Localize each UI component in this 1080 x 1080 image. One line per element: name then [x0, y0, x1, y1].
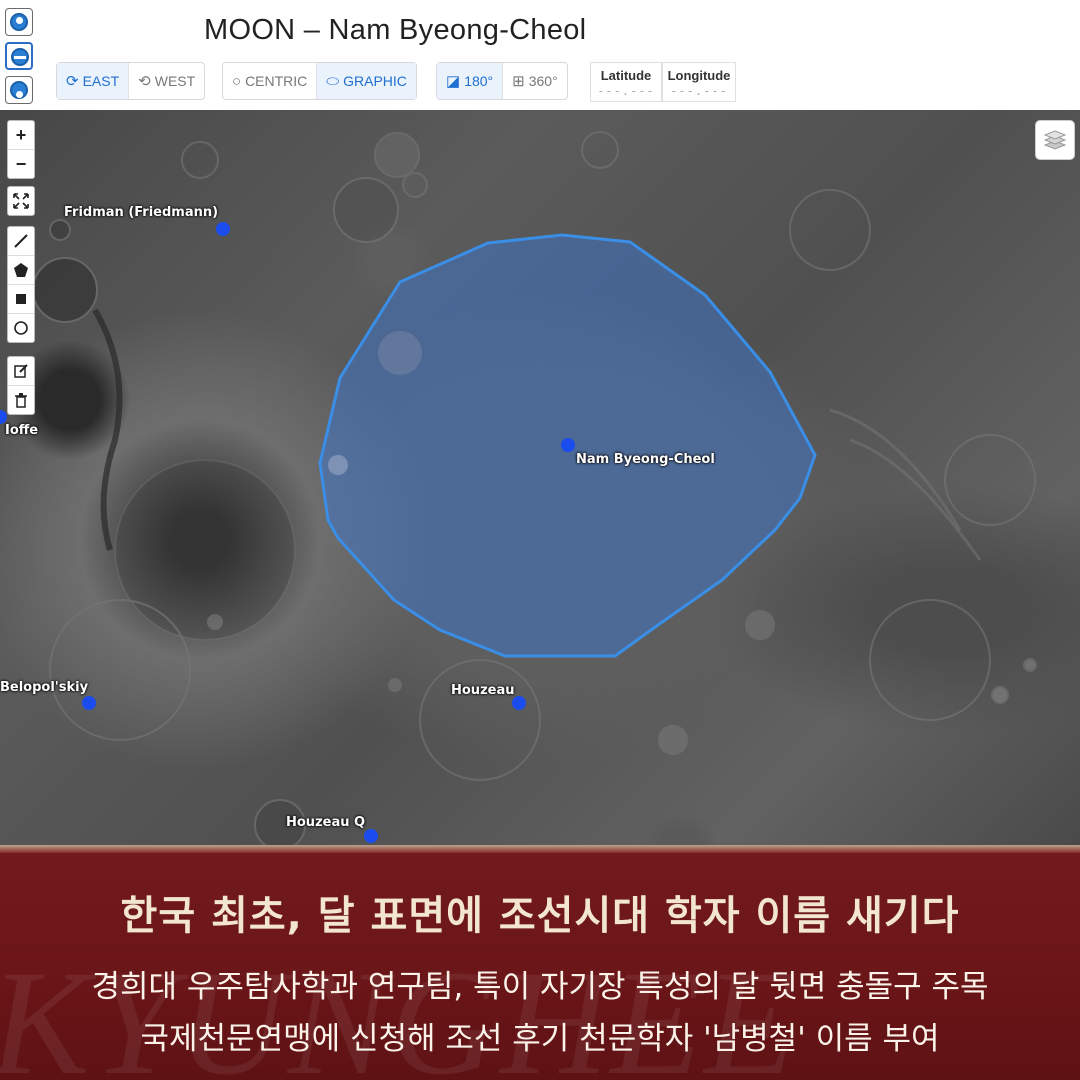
- latitude-type-toggle: ○ CENTRIC ⬭ GRAPHIC: [222, 62, 417, 100]
- edit-icon: [14, 364, 28, 378]
- delete-layers-button[interactable]: [8, 385, 34, 414]
- news-banner: KYUNGHEE 한국 최초, 달 표면에 조선시대 학자 이름 새기다 경희대…: [0, 845, 1080, 1080]
- moon-map[interactable]: + − Fridman (Friedmann) Ioffe Nam Byeong…: [0, 110, 1080, 845]
- graphic-label: GRAPHIC: [343, 73, 407, 89]
- west-button[interactable]: ⟲ WEST: [128, 63, 204, 99]
- range-360-button[interactable]: ⊞ 360°: [502, 63, 567, 99]
- circle-icon: ○: [232, 72, 242, 90]
- rotate-icon: ⟳: [66, 73, 79, 90]
- south-polar-projection-button[interactable]: [5, 76, 33, 104]
- ioffe-label: Ioffe: [5, 423, 39, 438]
- range-180-button[interactable]: ◪ 180°: [437, 63, 503, 99]
- toolbar: MOON – Nam Byeong-Cheol ⟳ EAST ⟲ WEST ○ …: [0, 0, 1080, 110]
- zoom-control: + −: [7, 120, 35, 179]
- draw-line-button[interactable]: [8, 227, 34, 255]
- draw-toolbar: [7, 226, 35, 343]
- banner-divider: [0, 845, 1080, 853]
- nam-byeong-cheol-label: Nam Byeong-Cheol: [576, 452, 715, 467]
- banner-subline-1: 경희대 우주탐사학과 연구팀, 특이 자기장 특성의 달 뒷면 충돌구 주목: [91, 969, 989, 1005]
- fullscreen-control: [7, 186, 35, 216]
- centric-button[interactable]: ○ CENTRIC: [223, 63, 316, 99]
- latitude-label: Latitude: [600, 68, 652, 83]
- layers-button[interactable]: [1035, 120, 1075, 160]
- east-label: EAST: [82, 73, 120, 89]
- zoom-out-button[interactable]: −: [8, 149, 34, 178]
- centric-label: CENTRIC: [245, 73, 308, 89]
- houzeau-marker[interactable]: [512, 696, 526, 710]
- trash-icon: [15, 393, 27, 408]
- globe-equatorial-icon: [11, 48, 29, 66]
- rectangle-icon: [16, 294, 26, 304]
- west-label: WEST: [154, 73, 196, 89]
- circle-icon: [14, 321, 28, 335]
- graphic-button[interactable]: ⬭ GRAPHIC: [316, 63, 416, 99]
- belopolskiy-label: Belopol'skiy: [0, 680, 89, 695]
- longitude-readout: Longitude ---.---: [662, 62, 736, 102]
- longitude-label: Longitude: [667, 68, 731, 83]
- latitude-readout: Latitude ---.---: [590, 62, 662, 102]
- fullscreen-button[interactable]: [8, 187, 34, 215]
- map-title: MOON – Nam Byeong-Cheol: [204, 14, 587, 46]
- banner-subline-2: 국제천문연맹에 신청해 조선 후기 천문학자 '남병철' 이름 부여: [140, 1021, 940, 1057]
- north-polar-projection-button[interactable]: [5, 8, 33, 36]
- range-180-label: 180°: [464, 73, 494, 89]
- fridman-marker[interactable]: [216, 222, 230, 236]
- line-icon: [14, 234, 28, 248]
- edit-toolbar: [7, 356, 35, 415]
- fullscreen-icon: [13, 193, 29, 209]
- ellipse-icon: ⬭: [326, 72, 340, 90]
- globe-south-icon: [10, 81, 28, 99]
- direction-toggle: ⟳ EAST ⟲ WEST: [56, 62, 206, 100]
- draw-rectangle-button[interactable]: [8, 284, 34, 313]
- belopolskiy-marker[interactable]: [82, 696, 96, 710]
- equatorial-projection-button[interactable]: [5, 42, 33, 70]
- layers-icon: [1043, 130, 1067, 150]
- polygon-icon: [14, 263, 28, 277]
- range-360-label: 360°: [528, 73, 558, 89]
- nam-byeong-cheol-marker[interactable]: [561, 438, 575, 452]
- globe-north-icon: [10, 13, 28, 31]
- fridman-label: Fridman (Friedmann): [64, 205, 219, 220]
- houzeau-label: Houzeau: [451, 683, 515, 698]
- range-180-icon: ◪: [446, 73, 461, 90]
- university-watermark: KYUNGHEE: [0, 940, 798, 1080]
- banner-headline: 한국 최초, 달 표면에 조선시대 학자 이름 새기다: [120, 893, 960, 939]
- edit-layers-button[interactable]: [8, 357, 34, 385]
- draw-circle-button[interactable]: [8, 313, 34, 342]
- houzeau-q-marker[interactable]: [364, 829, 378, 843]
- latitude-value: ---.---: [597, 84, 655, 98]
- draw-polygon-button[interactable]: [8, 255, 34, 284]
- rotate-icon: ⟲: [138, 73, 151, 90]
- lunar-surface-layer: [32, 131, 1037, 845]
- longitude-range-toggle: ◪ 180° ⊞ 360°: [436, 62, 568, 100]
- houzeau-q-label: Houzeau Q: [286, 815, 366, 830]
- longitude-value: ---.---: [670, 84, 728, 98]
- east-button[interactable]: ⟳ EAST: [57, 63, 129, 99]
- zoom-in-button[interactable]: +: [8, 121, 34, 149]
- range-360-icon: ⊞: [512, 73, 525, 90]
